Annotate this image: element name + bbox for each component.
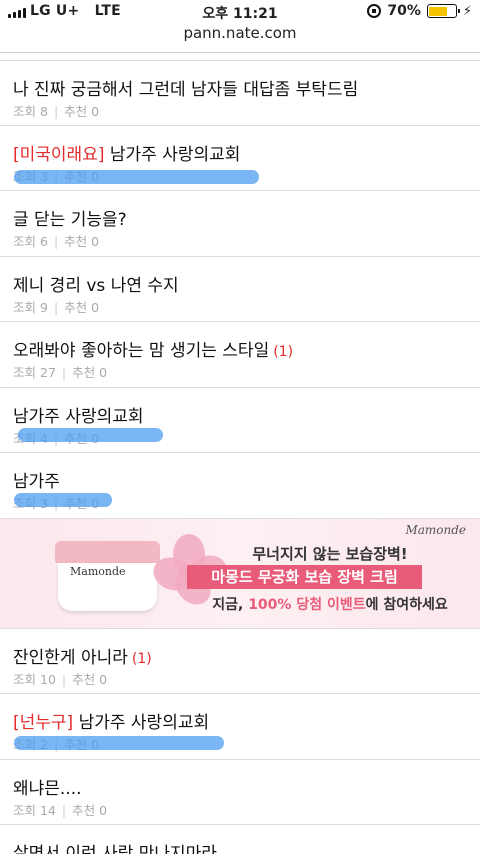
post-title[interactable]: [넌누구] 남가주 사랑의교회 — [13, 708, 209, 733]
recommend-value: 0 — [99, 365, 108, 380]
views-value: 10 — [40, 671, 56, 687]
post-title[interactable]: 제니 경리 vs 나연 수지 — [13, 271, 179, 296]
ad-cta: 지금, 100% 당첨 이벤트에 참여하세요 — [0, 594, 480, 614]
list-item[interactable]: 왜냐믄.... 조회 14 | 추천 0 — [0, 760, 480, 825]
recommend-label: 추천 — [64, 234, 88, 249]
post-title-text: 남가주 — [13, 472, 60, 492]
post-title[interactable]: 남가주 — [13, 467, 60, 492]
recommend-label: 추천 — [72, 365, 96, 380]
views-label: 조회 — [13, 234, 37, 249]
post-meta: 조회 9 | 추천 0 — [13, 297, 99, 316]
list-item[interactable]: 나 진짜 궁금해서 그런데 남자들 대답좀 부탁드림조회 8 | 추천 0 — [0, 60, 480, 126]
redaction-mark — [14, 169, 259, 184]
post-title[interactable]: 왜냐믄.... — [13, 774, 82, 799]
list-item[interactable]: 글 닫는 기능을? 조회 6 | 추천 0 — [0, 191, 480, 257]
divider — [0, 52, 480, 53]
views-value: 8 — [40, 104, 48, 119]
views-label: 조회 — [13, 299, 37, 315]
comment-count: (1) — [273, 344, 294, 360]
views-label: 조회 — [13, 671, 37, 687]
post-title-text: 제니 경리 vs 나연 수지 — [13, 275, 179, 296]
post-title-text: 왜냐믄.... — [13, 778, 82, 799]
post-title-text: 글 닫는 기능을? — [13, 210, 127, 230]
status-right: 70% ⚡ — [367, 3, 472, 19]
list-item[interactable]: 남가주 사랑의교회조회 4|추천 0 — [0, 388, 480, 453]
list-item[interactable]: 제니 경리 vs 나연 수지조회 9 | 추천 0 — [0, 257, 480, 322]
list-item[interactable]: 잔인한게 아니라 (1) 조회 10 | 추천 0 — [0, 629, 480, 694]
redaction-mark — [14, 493, 112, 507]
battery-icon — [426, 4, 460, 18]
post-title[interactable]: 나 진짜 궁금해서 그런데 남자들 대답좀 부탁드림 — [13, 75, 358, 100]
views-value: 6 — [40, 234, 48, 249]
post-title-text: 살면서 이런 사람 만나지마라 — [13, 844, 217, 854]
redaction-mark — [18, 427, 163, 442]
recommend-value: 0 — [91, 299, 100, 315]
post-title-text: 잔인한게 아니라 — [13, 647, 128, 668]
post-meta: 조회 10 | 추천 0 — [13, 669, 107, 688]
views-value: 27 — [40, 365, 56, 380]
recommend-value: 0 — [99, 671, 108, 687]
meta-separator: | — [53, 104, 59, 119]
battery-percent: 70% — [387, 3, 421, 19]
list-item[interactable]: 오래봐야 좋아하는 맘 생기는 스타일 (1) 조회 27 | 추천 0 — [0, 322, 480, 388]
ad-cta-post: 에 참여하세요 — [365, 596, 448, 613]
post-meta: 조회 8 | 추천 0 — [13, 101, 99, 120]
meta-separator: | — [61, 365, 67, 380]
views-label: 조회 — [13, 802, 37, 818]
meta-separator: | — [53, 234, 59, 249]
ad-cta-highlight: 100% 당첨 이벤트 — [248, 596, 366, 613]
ad-banner[interactable]: Mamonde Mamonde 무너지지 않는 보습장벽! 마몽드 무궁화 보습 장벽… — [0, 518, 480, 629]
list-item[interactable]: 살면서 이런 사람 만나지마라 — [0, 825, 480, 854]
post-title[interactable]: 남가주 사랑의교회 — [13, 402, 144, 427]
charging-icon: ⚡ — [462, 3, 472, 19]
redaction-mark — [14, 736, 224, 750]
url-bar[interactable]: pann.nate.com — [0, 24, 480, 50]
post-title-text: 남가주 사랑의교회 — [73, 713, 210, 733]
post-meta: 조회 14 | 추천 0 — [13, 800, 107, 819]
list-item[interactable]: 남가주조회 3|추천 0 — [0, 453, 480, 519]
ad-product-box: 마몽드 무궁화 보습 장벽 크림 — [187, 564, 422, 589]
post-title[interactable]: 살면서 이런 사람 만나지마라 — [13, 839, 217, 854]
post-title[interactable]: [미국이래요] 남가주 사랑의교회 — [13, 140, 240, 165]
recommend-value: 0 — [91, 234, 100, 249]
post-title-text: 오래봐야 좋아하는 맘 생기는 스타일 — [13, 341, 270, 361]
post-title[interactable]: 글 닫는 기능을? — [13, 205, 127, 230]
ad-brand-logo: Mamonde — [405, 522, 466, 537]
comment-count: (1) — [131, 650, 152, 667]
jar-label: Mamonde — [70, 564, 126, 578]
status-bar: LG U+ LTE 오후 11:21 70% ⚡ — [0, 0, 480, 24]
post-tag: [미국이래요] — [13, 144, 105, 165]
views-label: 조회 — [13, 104, 37, 119]
recommend-label: 추천 — [72, 802, 96, 818]
post-meta: 조회 6 | 추천 0 — [13, 231, 99, 250]
post-title-text: 남가주 사랑의교회 — [13, 406, 144, 427]
recommend-value: 0 — [99, 802, 108, 818]
post-meta: 조회 27 | 추천 0 — [13, 362, 107, 381]
meta-separator: | — [53, 299, 59, 315]
recommend-label: 추천 — [72, 671, 96, 687]
post-title-text: 나 진짜 궁금해서 그런데 남자들 대답좀 부탁드림 — [13, 80, 359, 100]
post-title-text: 남가주 사랑의교회 — [104, 144, 241, 165]
ad-headline: 무너지지 않는 보습장벽! — [252, 544, 408, 563]
post-list: 나 진짜 궁금해서 그런데 남자들 대답좀 부탁드림조회 8 | 추천 0 [미국이래… — [0, 60, 480, 854]
post-title[interactable]: 오래봐야 좋아하는 맘 생기는 스타일 (1) — [13, 336, 293, 361]
recommend-label: 추천 — [64, 299, 88, 315]
ad-cta-pre: 지금, — [212, 596, 249, 613]
battery-fill — [429, 6, 447, 16]
list-item[interactable]: [넌누구] 남가주 사랑의교회조회 2|추천 0 — [0, 694, 480, 760]
views-value: 9 — [40, 299, 48, 315]
meta-separator: | — [61, 802, 67, 818]
orientation-lock-icon — [367, 4, 382, 18]
views-value: 14 — [40, 802, 56, 818]
ad-product-name: 마몽드 무궁화 보습 장벽 크림 — [211, 567, 398, 586]
views-label: 조회 — [13, 365, 37, 380]
recommend-label: 추천 — [64, 104, 88, 119]
list-item[interactable]: [미국이래요] 남가주 사랑의교회조회 3|추천 0 — [0, 126, 480, 191]
post-tag: [넌누구] — [13, 713, 74, 733]
meta-separator: | — [61, 671, 67, 687]
recommend-value: 0 — [91, 104, 100, 119]
post-title[interactable]: 잔인한게 아니라 (1) — [13, 643, 152, 668]
